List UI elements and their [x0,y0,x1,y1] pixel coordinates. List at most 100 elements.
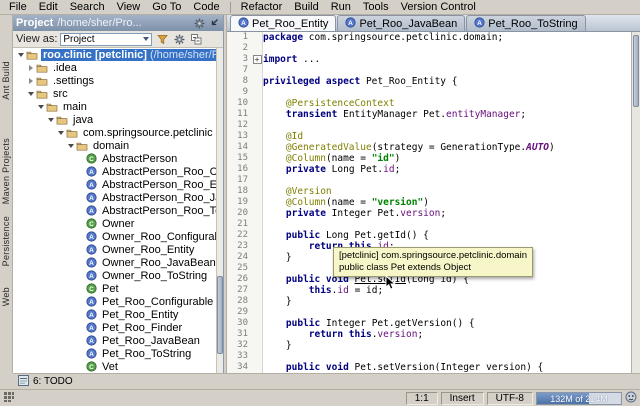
code-text: public Integer Pet.getVersion() { [285,318,475,329]
menu-item-code[interactable]: Code [187,0,225,15]
tree-item-abstractperson-roo-entity[interactable]: A AbstractPerson_Roo_Entity [13,178,223,191]
expanded-arrow-icon[interactable] [16,52,25,57]
editor-scrollbar-thumb[interactable] [633,35,639,107]
code-area[interactable]: 1 package com.springsource.petclinic.doma… [227,32,640,373]
menu-item-tools[interactable]: Tools [357,0,395,15]
menu-item-go-to[interactable]: Go To [146,0,187,15]
aspect-file-icon: A [474,16,485,31]
menu-item-refactor[interactable]: Refactor [235,0,289,15]
menu-item-version-control[interactable]: Version Control [395,0,482,15]
caret-position-indicator[interactable]: 1:1 [405,391,438,405]
code-line: 27 this.id = id; [227,285,640,296]
menu-item-run[interactable]: Run [325,0,357,15]
hide-panel-button[interactable] [207,17,220,29]
code-line: 8 privileged aspect Pet_Roo_Entity { [227,76,640,87]
memory-indicator[interactable]: 132M of 214M [536,391,622,405]
expanded-arrow-icon[interactable] [36,104,45,109]
menu-item-search[interactable]: Search [64,0,111,15]
expanded-arrow-icon[interactable] [66,143,75,148]
expanded-arrow-icon[interactable] [46,117,55,122]
tree-item-settings[interactable]: .settings [13,74,223,87]
toolwindow-button-maven-projects[interactable]: Maven Projects [1,138,11,204]
tree-item-pet[interactable]: C Pet [13,282,223,295]
code-line: 11 transient EntityManager Pet.entityMan… [227,109,640,120]
collapsed-arrow-icon[interactable] [26,77,35,84]
tree-item-idea[interactable]: .idea [13,61,223,74]
editor-body[interactable]: 1 package com.springsource.petclinic.doma… [227,32,640,373]
fold-column [251,241,263,252]
toggle-toolwindows-icon[interactable] [3,391,15,406]
editor-scrollbar[interactable] [631,32,640,373]
tree-scrollbar-thumb[interactable] [217,275,223,354]
tree-item-pet-roo-configurable[interactable]: A Pet_Roo_Configurable [13,295,223,308]
tree-item-owner[interactable]: C Owner [13,217,223,230]
aspect-icon: A [86,244,97,255]
insert-mode-indicator[interactable]: Insert [440,391,484,405]
fold-column [251,186,263,197]
toolwindow-button-ant-build[interactable]: Ant Build [1,61,11,100]
view-as-combobox[interactable]: Project [60,32,153,46]
tree-item-src[interactable]: src [13,87,223,100]
code-line: 3 + import ... [227,54,640,65]
editor-tab-pet-roo-tostring[interactable]: A Pet_Roo_ToString [466,15,586,31]
line-number: 24 [237,252,248,262]
tree-item-abstractperson-roo-confi[interactable]: A AbstractPerson_Roo_Confi... [13,165,223,178]
toolwindow-button-persistence[interactable]: Persistence [1,216,11,266]
funnel-icon [157,34,168,44]
editor-tab-pet-roo-entity[interactable]: A Pet_Roo_Entity [230,15,337,31]
panel-settings-button[interactable] [193,17,206,29]
tree-settings-button[interactable] [172,32,186,46]
tree-item-label: AbstractPerson_Roo_Entity [102,178,223,191]
fold-column [251,98,263,109]
menu-item-edit[interactable]: Edit [33,0,64,15]
collapse-all-button[interactable] [189,32,203,46]
expanded-arrow-icon[interactable] [26,91,35,96]
collapsed-arrow-icon[interactable] [26,64,35,71]
aspect-icon: A [86,179,97,190]
menu-item-build[interactable]: Build [288,0,324,15]
code-line: 7 [227,65,640,76]
filter-button[interactable] [155,32,169,46]
tree-item-pet-roo-entity[interactable]: A Pet_Roo_Entity [13,308,223,321]
expanded-arrow-icon[interactable] [56,130,65,135]
fold-column [251,43,263,54]
code-line: 22 public Long Pet.getId() { [227,230,640,241]
folder-icon [56,115,68,125]
svg-text:A: A [89,273,94,280]
tree-item-abstractperson-roo-tostr[interactable]: A AbstractPerson_Roo_ToStr... [13,204,223,217]
editor-tab-pet-roo-javabean[interactable]: A Pet_Roo_JavaBean [337,15,466,31]
svg-text:C: C [89,156,94,163]
encoding-indicator[interactable]: UTF-8 [486,391,533,405]
tree-item-abstractperson[interactable]: C AbstractPerson [13,152,223,165]
tree-item-domain[interactable]: domain [13,139,223,152]
todo-tool-window-button[interactable]: 6: TODO [33,376,73,387]
tree-item-abstractperson-roo-javab[interactable]: A AbstractPerson_Roo_JavaB... [13,191,223,204]
tree-item-vet[interactable]: C Vet [13,360,223,373]
code-text: private Integer Pet.version; [285,208,447,219]
tree-item-pet-roo-javabean[interactable]: A Pet_Roo_JavaBean [13,334,223,347]
tree-item-roo-clinic-petclinic[interactable]: roo.clinic [petclinic] (/home/sher/Proje… [13,48,223,61]
toolwindow-button-web[interactable]: Web [1,287,11,306]
highlighting-level-icon[interactable] [625,391,637,406]
tree-item-java[interactable]: java [13,113,223,126]
tree-item-owner-roo-tostring[interactable]: A Owner_Roo_ToString [13,269,223,282]
tree-item-pet-roo-tostring[interactable]: A Pet_Roo_ToString [13,347,223,360]
tree-item-owner-roo-entity[interactable]: A Owner_Roo_Entity [13,243,223,256]
fold-marker[interactable]: + [251,54,263,65]
menu-item-file[interactable]: File [3,0,33,15]
code-line: 30 public Integer Pet.getVersion() { [227,318,640,329]
tree-scrollbar[interactable] [216,48,223,373]
view-as-value: Project [63,33,95,45]
tree-item-owner-roo-configurable[interactable]: A Owner_Roo_Configurable [13,230,223,243]
tree-item-label: Pet_Roo_Entity [102,308,179,321]
tree-item-label: Owner_Roo_JavaBean [102,256,216,269]
tree-item-main[interactable]: main [13,100,223,113]
tree-item-com-springsource-petclinic[interactable]: com.springsource.petclinic [13,126,223,139]
tree-item-owner-roo-javabean[interactable]: A Owner_Roo_JavaBean [13,256,223,269]
fold-column [251,230,263,241]
menu-item-view[interactable]: View [111,0,147,15]
tree-item-pet-roo-finder[interactable]: A Pet_Roo_Finder [13,321,223,334]
menu-separator [229,1,231,13]
